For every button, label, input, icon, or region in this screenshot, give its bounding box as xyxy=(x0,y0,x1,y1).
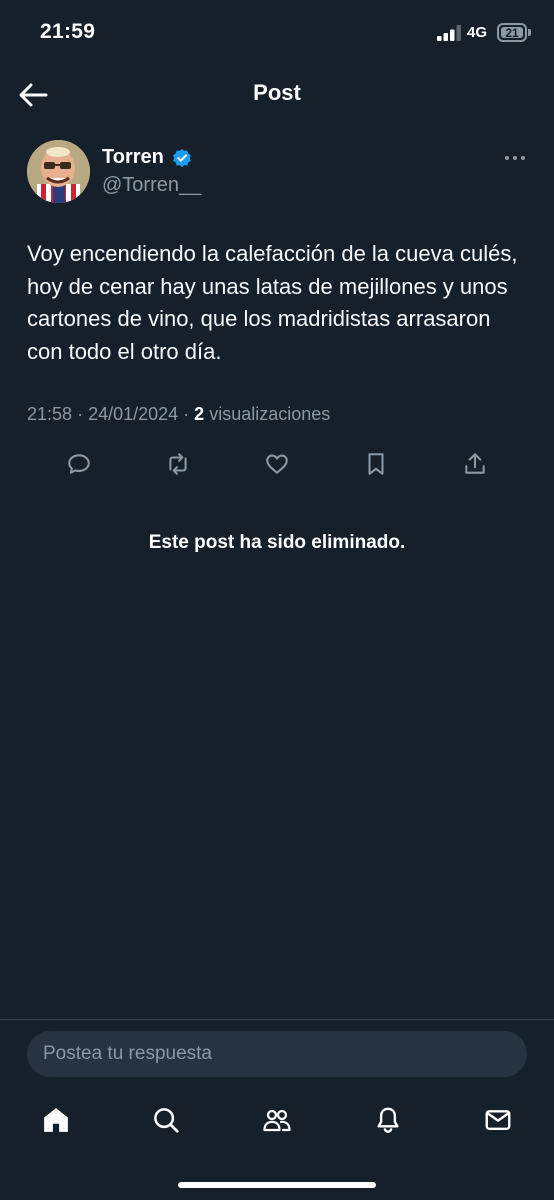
nav-messages[interactable] xyxy=(481,1103,515,1137)
home-indicator[interactable] xyxy=(178,1182,376,1188)
post-text: Voy encendiendo la calefacción de la cue… xyxy=(27,241,518,364)
nav-home[interactable] xyxy=(39,1103,73,1137)
meta-separator: · xyxy=(183,404,195,424)
home-icon xyxy=(44,1108,68,1132)
avatar[interactable] xyxy=(27,140,90,203)
bookmark-button[interactable] xyxy=(361,449,391,479)
reply-input[interactable]: Postea tu respuesta xyxy=(27,1031,527,1077)
share-button[interactable] xyxy=(460,449,490,479)
meta-separator: · xyxy=(77,404,89,424)
page-title: Post xyxy=(253,80,301,105)
post-time[interactable]: 21:58 xyxy=(27,404,72,424)
views-label: visualizaciones xyxy=(209,404,331,424)
nav-notifications[interactable] xyxy=(371,1103,405,1137)
views-count: 2 xyxy=(194,404,205,424)
more-horizontal-icon xyxy=(505,156,525,160)
network-label: 4G xyxy=(467,24,488,41)
battery-icon: 21 xyxy=(497,23,527,42)
deleted-notice: Este post ha sido eliminado. xyxy=(148,532,406,553)
search-icon xyxy=(154,1108,179,1133)
reply-icon xyxy=(68,454,90,474)
bookmark-icon xyxy=(368,453,384,475)
communities-icon xyxy=(263,1109,291,1132)
like-icon xyxy=(266,454,288,474)
status-time: 21:59 xyxy=(40,20,96,43)
divider xyxy=(0,1019,554,1020)
author-name[interactable]: Torren xyxy=(102,146,164,169)
repost-button[interactable] xyxy=(163,449,193,479)
battery-tip xyxy=(528,29,531,36)
nav-search[interactable] xyxy=(149,1103,183,1137)
author-handle[interactable]: @Torren__ xyxy=(102,174,201,197)
post-meta: 21:58 · 24/01/2024 · 2 visualizaciones xyxy=(27,404,330,425)
messages-icon xyxy=(485,1110,511,1130)
nav-communities[interactable] xyxy=(260,1103,294,1137)
avatar-image xyxy=(27,140,90,203)
battery-level: 21 xyxy=(501,26,523,40)
repost-icon xyxy=(169,453,187,475)
like-button[interactable] xyxy=(262,449,292,479)
notifications-icon xyxy=(377,1107,399,1133)
more-options-button[interactable] xyxy=(503,150,527,166)
post-date[interactable]: 24/01/2024 xyxy=(88,404,178,424)
verified-badge-icon xyxy=(173,148,191,168)
share-icon xyxy=(465,453,485,474)
reply-placeholder: Postea tu respuesta xyxy=(43,1043,212,1064)
signal-icon xyxy=(437,25,461,41)
reply-button[interactable] xyxy=(64,449,94,479)
